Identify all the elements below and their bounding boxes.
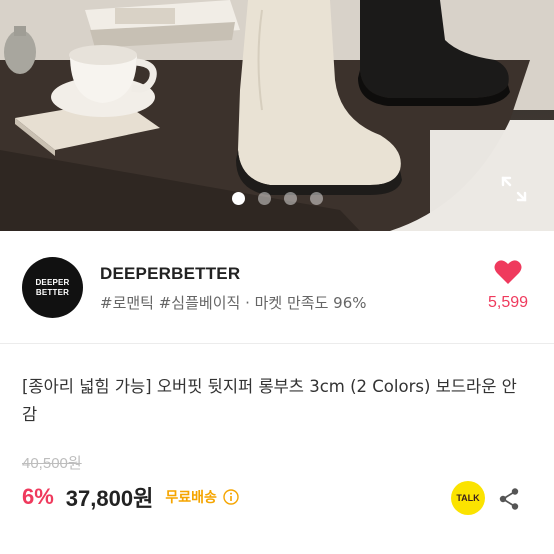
carousel-dot[interactable] [231, 192, 245, 205]
store-tags: #로맨틱 #심플베이직 · 마켓 만족도 96% [100, 294, 367, 312]
like-count: 5,599 [487, 294, 529, 311]
sale-price: 37,800원 [65, 486, 154, 511]
product-image-carousel[interactable] [0, 0, 554, 231]
store-info[interactable]: DEEPER BETTER DEEPERBETTER #로맨틱 #심플베이직 ·… [0, 231, 554, 343]
carousel-dot[interactable] [283, 192, 297, 205]
heart-icon[interactable] [494, 259, 522, 285]
original-price: 40,500원 [22, 455, 82, 472]
store-logo[interactable]: DEEPER BETTER [22, 257, 83, 318]
share-icon[interactable] [497, 487, 521, 511]
carousel-dot[interactable] [257, 192, 271, 205]
info-icon[interactable] [223, 489, 239, 505]
store-logo-line2: BETTER [35, 287, 70, 297]
expand-icon[interactable] [500, 175, 528, 203]
free-shipping-label: 무료배송 [165, 490, 217, 506]
talk-icon[interactable]: TALK [451, 481, 485, 515]
section-divider [0, 343, 554, 344]
price-row: 6% 37,800원 무료배송 [22, 481, 239, 513]
product-title: [종아리 넓힘 가능] 오버핏 뒷지퍼 롱부츠 3cm (2 Colors) 보… [22, 377, 517, 424]
carousel-dot[interactable] [309, 192, 323, 205]
store-logo-line1: DEEPER [35, 277, 70, 287]
discount-rate: 6% [22, 484, 54, 509]
carousel-indicators [0, 192, 554, 205]
store-name[interactable]: DEEPERBETTER [100, 264, 240, 284]
talk-label: TALK [456, 493, 480, 503]
